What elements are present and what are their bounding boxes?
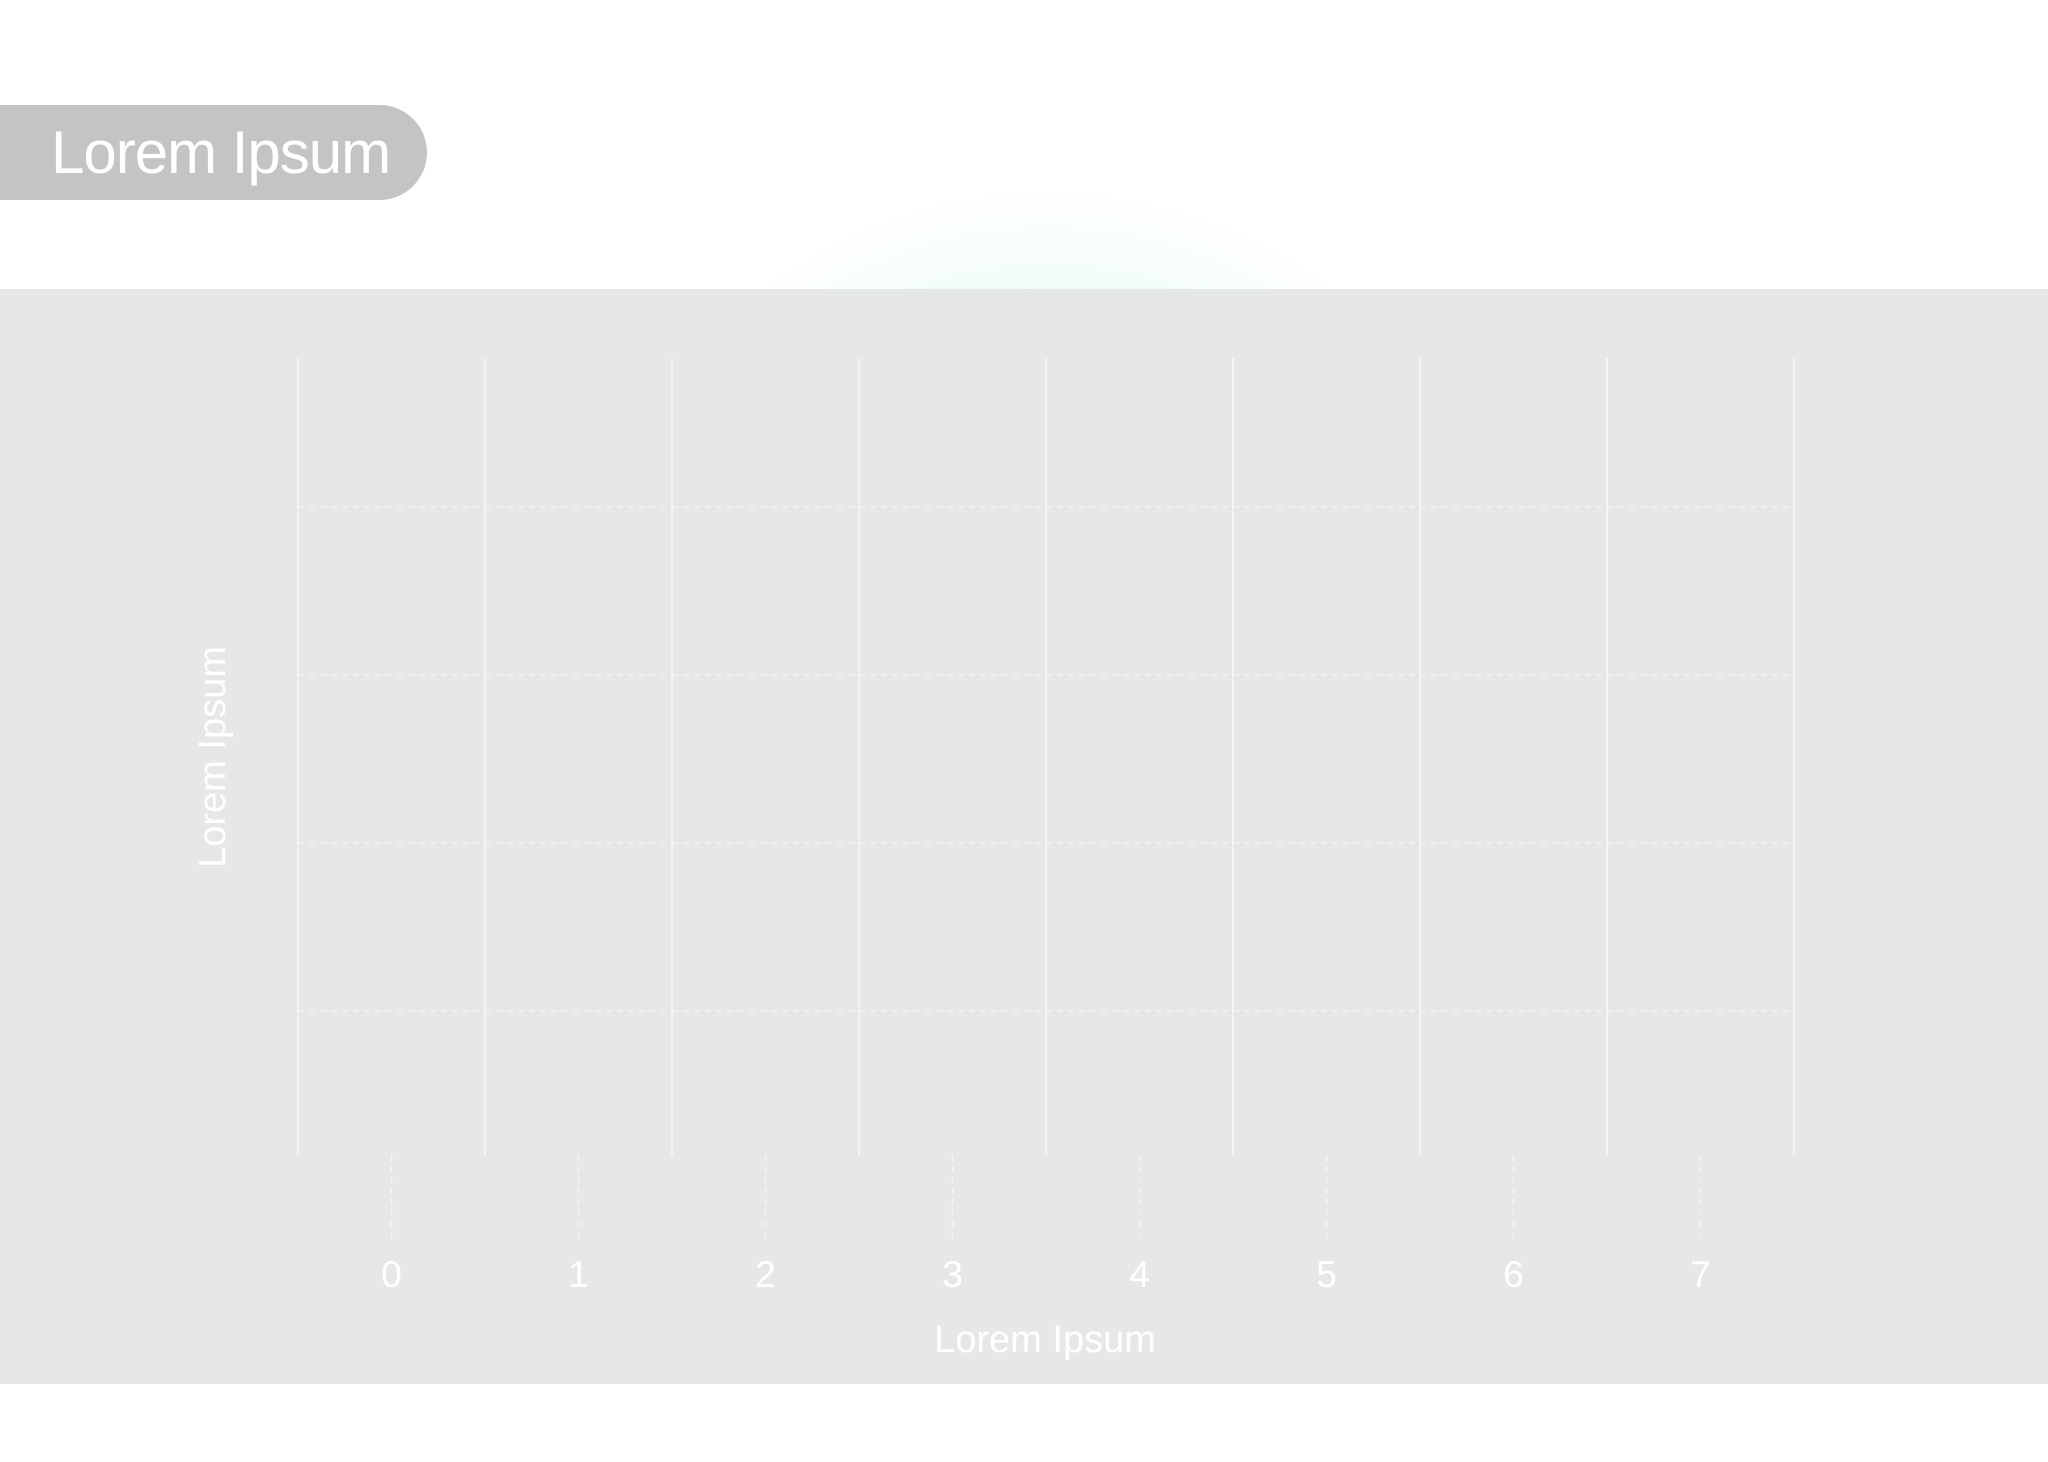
title-pill: Lorem Ipsum xyxy=(0,105,427,200)
page-title: Lorem Ipsum xyxy=(51,119,391,186)
chart-page: Lorem Ipsum 0 1 2 3 4 5 6 7 Lorem Ipsum Lorem I… xyxy=(0,0,2048,1462)
x-tick-label: 4 xyxy=(1129,1254,1150,1295)
x-axis-label: Lorem Ipsum xyxy=(934,1319,1156,1361)
x-tick-label: 0 xyxy=(381,1254,402,1295)
vertical-gridlines xyxy=(297,358,1795,1155)
chart: 0 1 2 3 4 5 6 7 Lorem Ipsum Lorem Ipsum xyxy=(192,358,1795,1361)
x-tick-marks xyxy=(390,1155,1702,1240)
x-tick-label: 1 xyxy=(568,1254,589,1295)
x-tick-label: 6 xyxy=(1503,1254,1524,1295)
y-axis-label: Lorem Ipsum xyxy=(192,646,234,868)
x-tick-label: 7 xyxy=(1690,1254,1711,1295)
x-tick-label: 3 xyxy=(942,1254,963,1295)
x-tick-label: 5 xyxy=(1316,1254,1337,1295)
x-tick-label: 2 xyxy=(755,1254,776,1295)
x-tick-labels: 0 1 2 3 4 5 6 7 xyxy=(381,1254,1711,1295)
